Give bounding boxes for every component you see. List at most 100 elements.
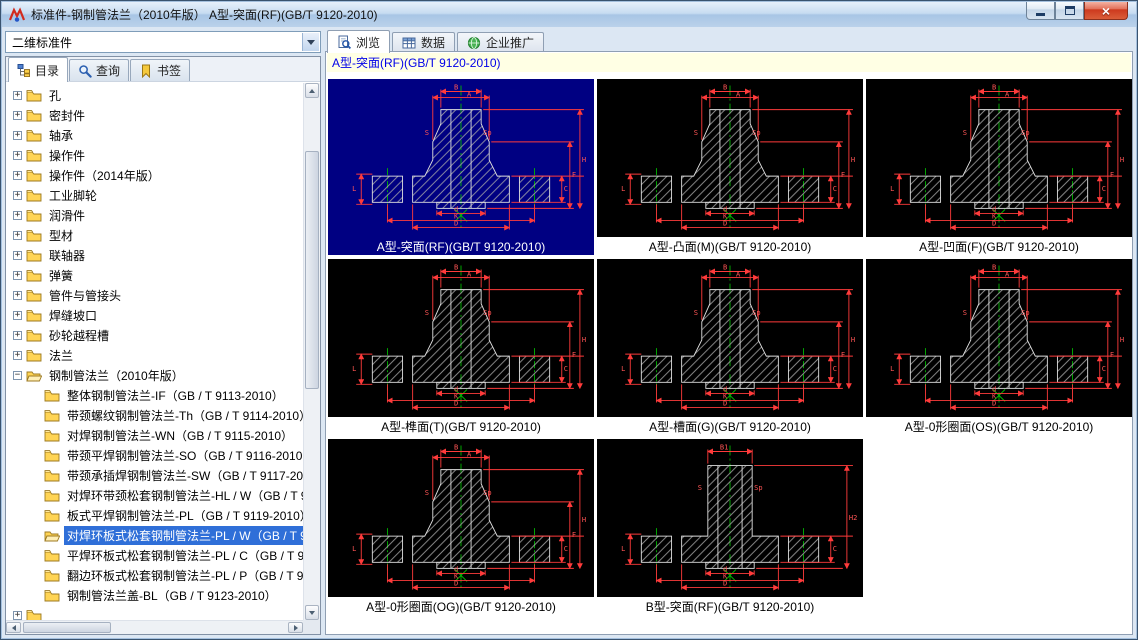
expand-icon[interactable]: + [13, 611, 22, 620]
tree-item[interactable]: +轴承 [7, 125, 303, 145]
tree-item[interactable]: −钢制管法兰（2010年版） [7, 365, 303, 385]
tab-catalog[interactable]: 目录 [8, 57, 68, 82]
tree-item-label: 板式平焊钢制管法兰-PL（GB / T 9119-2010） [64, 506, 303, 525]
tree-item[interactable]: 带颈螺纹钢制管法兰-Th（GB / T 9114-2010） [7, 405, 303, 425]
folder-icon [44, 549, 60, 562]
flange-drawing[interactable] [328, 439, 594, 597]
folder-icon [26, 229, 42, 242]
tree-item-label: 密封件 [46, 106, 88, 125]
tree-item[interactable]: 对焊钢制管法兰-WN（GB / T 9115-2010） [7, 425, 303, 445]
expand-icon[interactable]: + [13, 191, 22, 200]
thumbnail-cell[interactable]: A型-突面(RF)(GB/T 9120-2010) [328, 79, 594, 255]
expand-icon[interactable]: + [13, 291, 22, 300]
tree-item[interactable]: + 密封件 [7, 105, 303, 125]
expand-icon[interactable]: + [13, 271, 22, 280]
expand-icon[interactable]: + [13, 351, 22, 360]
tree-item[interactable]: 钢制管法兰盖-BL（GB / T 9123-2010） [7, 585, 303, 605]
content-panel: 浏览数据企业推广 A型-突面(RF)(GB/T 9120-2010) A型-突面… [325, 29, 1133, 635]
flange-drawing[interactable] [328, 79, 594, 237]
tree-item[interactable]: +联轴器 [7, 245, 303, 265]
tree-item[interactable]: +润滑件 [7, 205, 303, 225]
tree-item[interactable]: +焊缝坡口 [7, 305, 303, 325]
tree-item-label: 对焊钢制管法兰-WN（GB / T 9115-2010） [64, 426, 296, 445]
tree-item[interactable]: 板式平焊钢制管法兰-PL（GB / T 9119-2010） [7, 505, 303, 525]
flange-drawing[interactable] [597, 79, 863, 237]
expand-icon[interactable]: + [13, 171, 22, 180]
expand-icon[interactable]: + [13, 311, 22, 320]
folder-icon [44, 389, 60, 402]
tree-item[interactable]: 带颈平焊钢制管法兰-SO（GB / T 9116-2010） [7, 445, 303, 465]
tree-item[interactable]: +操作件 [7, 145, 303, 165]
browse-view: A型-突面(RF)(GB/T 9120-2010) A型-突面(RF)(GB/T… [325, 51, 1133, 635]
tree-item[interactable]: 整体钢制管法兰-IF（GB / T 9113-2010） [7, 385, 303, 405]
scroll-left-button[interactable] [6, 622, 21, 633]
tree-item[interactable]: +砂轮越程槽 [7, 325, 303, 345]
window-title: 标准件-钢制管法兰（2010年版） A型-突面(RF)(GB/T 9120-20… [31, 6, 378, 23]
thumbnail-cell[interactable]: A型-凹面(F)(GB/T 9120-2010) [866, 79, 1132, 255]
minimize-button[interactable] [1026, 2, 1055, 20]
tab-promo[interactable]: 企业推广 [457, 32, 544, 52]
tab-data[interactable]: 数据 [392, 32, 455, 52]
tree-item-label: 整体钢制管法兰-IF（GB / T 9113-2010） [64, 386, 287, 405]
tab-bookmark[interactable]: 书签 [130, 59, 190, 81]
expand-icon[interactable]: + [13, 331, 22, 340]
folder-icon [26, 189, 42, 202]
thumbnail-cell[interactable]: A型-凸面(M)(GB/T 9120-2010) [597, 79, 863, 255]
maximize-button[interactable] [1055, 2, 1084, 20]
tree-item[interactable]: 对焊环板式松套钢制管法兰-PL / W（GB / T 9120-2010） [7, 525, 303, 545]
tree-item[interactable]: +孔 [7, 85, 303, 105]
chevron-down-icon[interactable] [302, 33, 319, 51]
tree-vertical-scrollbar[interactable] [303, 83, 320, 620]
expand-icon[interactable]: + [13, 211, 22, 220]
thumbnail-cell[interactable]: A型-0形圈面(OG)(GB/T 9120-2010) [328, 439, 594, 615]
flange-drawing[interactable] [866, 259, 1132, 417]
vertical-scroll-thumb[interactable] [305, 151, 319, 389]
expand-icon[interactable]: + [13, 111, 22, 120]
tree-item[interactable]: +弹簧 [7, 265, 303, 285]
tab-browse[interactable]: 浏览 [327, 30, 390, 53]
tree-item[interactable]: + 型材 [7, 225, 303, 245]
maximize-icon [1065, 6, 1075, 15]
tree-item[interactable]: 翻边环板式松套钢制管法兰-PL / P（GB / T 9122-2010） [7, 565, 303, 585]
flange-drawing[interactable] [597, 439, 863, 597]
tree-item[interactable]: 对焊环带颈松套钢制管法兰-HL / W（GB / T 9118-2010） [7, 485, 303, 505]
promo-icon [467, 36, 481, 50]
library-select[interactable]: 二维标准件 [5, 31, 321, 53]
thumbnail-cell[interactable]: B型-突面(RF)(GB/T 9120-2010) [597, 439, 863, 615]
collapse-icon[interactable]: − [13, 371, 22, 380]
tree-item-label: 孔 [46, 86, 64, 105]
sidebar-tabs: 目录查询书签 [6, 57, 320, 82]
thumbnail-caption: A型-0形圈面(OS)(GB/T 9120-2010) [866, 417, 1132, 435]
flange-drawing[interactable] [866, 79, 1132, 237]
tree-item[interactable]: +工业脚轮 [7, 185, 303, 205]
expand-icon[interactable]: + [13, 231, 22, 240]
expand-icon[interactable]: + [13, 151, 22, 160]
tree-horizontal-scrollbar[interactable] [6, 620, 303, 634]
tree-item[interactable]: 带颈承插焊钢制管法兰-SW（GB / T 9117-2010） [7, 465, 303, 485]
tab-label: 目录 [35, 62, 59, 79]
expand-icon[interactable]: + [13, 131, 22, 140]
titlebar[interactable]: 标准件-钢制管法兰（2010年版） A型-突面(RF)(GB/T 9120-20… [2, 2, 1136, 27]
flange-drawing[interactable] [328, 259, 594, 417]
tree-item[interactable]: 平焊环板式松套钢制管法兰-PL / C（GB / T 9121-2010） [7, 545, 303, 565]
thumbnail-cell[interactable]: A型-槽面(G)(GB/T 9120-2010) [597, 259, 863, 435]
expand-icon[interactable]: + [13, 251, 22, 260]
close-icon: × [1102, 4, 1110, 18]
horizontal-scroll-thumb[interactable] [23, 622, 111, 633]
scroll-up-button[interactable] [305, 83, 319, 98]
tree-item-label: 型材 [46, 226, 76, 245]
tree-item[interactable]: +操作件（2014年版） [7, 165, 303, 185]
scroll-right-button[interactable] [288, 622, 303, 633]
tree-item[interactable]: +管件与管接头 [7, 285, 303, 305]
tab-query[interactable]: 查询 [69, 59, 129, 81]
thumbnail-cell[interactable]: A型-榫面(T)(GB/T 9120-2010) [328, 259, 594, 435]
close-button[interactable]: × [1084, 2, 1128, 20]
tree-item[interactable]: + [7, 605, 303, 620]
catalog-tree: +孔+密封件+轴承+操作件+操作件（2014年版）+工业脚轮+润滑件+型材+联轴… [7, 83, 303, 620]
tree-item[interactable]: +法兰 [7, 345, 303, 365]
scroll-down-button[interactable] [305, 605, 319, 620]
expand-icon[interactable]: + [13, 91, 22, 100]
thumbnail-cell[interactable]: A型-0形圈面(OS)(GB/T 9120-2010) [866, 259, 1132, 435]
flange-drawing[interactable] [597, 259, 863, 417]
catalog-icon [17, 63, 31, 77]
